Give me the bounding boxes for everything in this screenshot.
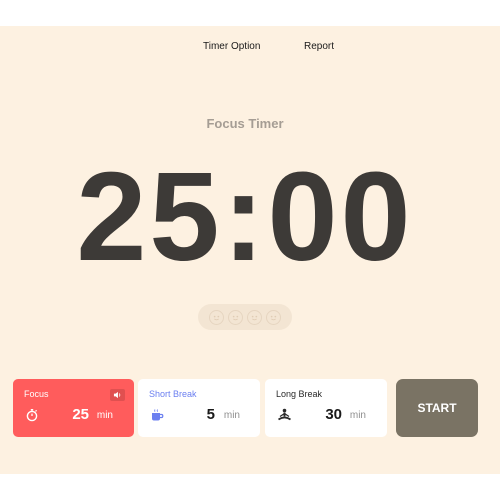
mode-unit: min [223,410,240,421]
session-face-icon [247,309,262,325]
nav-timer-option[interactable]: Timer Option [203,41,260,52]
nav-report[interactable]: Report [304,41,334,52]
session-indicator [198,304,292,330]
mode-label: Long Break [276,389,323,399]
bottom-bar [0,474,500,500]
stopwatch-icon [25,408,39,422]
mode-unit: min [349,410,366,421]
session-face-icon [228,309,243,325]
meditation-icon [277,408,291,422]
pomodoro-app: Timer Option Report Focus Timer 25:00 Fo… [0,26,500,474]
top-nav: Timer Option Report [0,41,500,57]
mode-minutes: 25 [72,406,89,423]
top-bar [0,0,500,26]
session-face-icon [209,309,224,325]
mode-card-focus[interactable]: Focus 25 min [13,379,134,437]
speaker-icon[interactable] [110,389,125,401]
mode-label: Focus [24,389,49,399]
timer-title: Focus Timer [206,116,284,131]
mode-minutes: 30 [325,406,342,423]
coffee-cup-icon [150,408,164,422]
mode-card-long-break[interactable]: Long Break 30 min [265,379,387,437]
timer-display: 25:00 [76,146,414,287]
mode-unit: min [96,410,113,421]
mode-label: Short Break [149,389,197,399]
mode-card-short-break[interactable]: Short Break 5 min [138,379,260,437]
mode-minutes: 5 [206,406,215,423]
session-face-icon [266,309,281,325]
start-button[interactable]: START [396,379,478,437]
